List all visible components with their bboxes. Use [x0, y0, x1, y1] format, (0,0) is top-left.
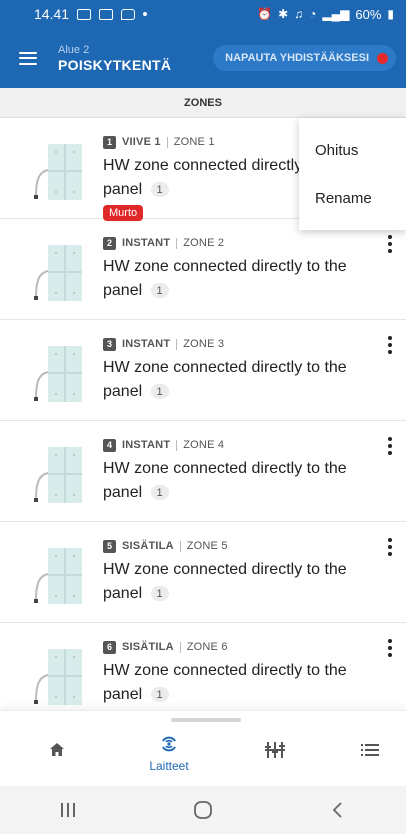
recent-apps-button[interactable]: [48, 790, 88, 830]
bluetooth-icon: ✱: [278, 7, 289, 21]
zone-type: SISÄTILA: [122, 641, 174, 653]
device-count-badge: 1: [150, 283, 169, 299]
sheet-handle[interactable]: [171, 718, 241, 722]
zone-number-badge: 3: [103, 337, 116, 351]
app-bar: Alue 2 POISKYTKENTÄ NAPAUTA YHDISTÄÄKSES…: [0, 28, 406, 88]
door-sensor-icon: [34, 245, 82, 301]
zone-name: HW zone connected directly to the: [103, 662, 347, 679]
zone-name-line2: panel: [103, 484, 143, 501]
devices-icon: [162, 736, 176, 752]
zone-label: ZONE 5: [186, 540, 228, 552]
system-navigation: [0, 786, 406, 834]
device-count-badge: 1: [150, 384, 169, 400]
connect-label: NAPAUTA YHDISTÄÄKSESI: [225, 52, 369, 64]
home-button[interactable]: [183, 790, 223, 830]
zone-row[interactable]: 6 SISÄTILA ZONE 6 HW zone connected dire…: [0, 623, 406, 710]
zone-label: ZONE 3: [183, 338, 225, 350]
zone-label: ZONE 6: [186, 641, 228, 653]
message-notification-icon: [121, 8, 136, 20]
menu-item-bypass[interactable]: Ohitus: [299, 126, 406, 174]
zone-number-badge: 1: [103, 135, 116, 149]
more-options-icon[interactable]: [382, 435, 398, 457]
zone-number-badge: 4: [103, 438, 116, 452]
menu-item-rename[interactable]: Rename: [299, 174, 406, 222]
nav-devices[interactable]: Laitteet: [139, 733, 199, 783]
signal-icon: ▂▄▆: [322, 7, 350, 21]
gallery-notification-icon: [77, 8, 92, 20]
home-circle-icon: [194, 801, 212, 819]
recent-apps-icon: [60, 803, 75, 817]
zone-label: ZONE 4: [183, 439, 225, 451]
image-notification-icon: [99, 8, 114, 20]
zone-name: HW zone connected directly: [103, 157, 303, 174]
device-count-badge: 1: [150, 687, 169, 703]
zone-name: HW zone connected directly to the: [103, 561, 347, 578]
zone-name-line2: panel: [103, 181, 143, 198]
device-count-badge: 1: [150, 182, 169, 198]
more-options-icon[interactable]: [382, 637, 398, 659]
connection-status-dot: [377, 52, 388, 64]
zone-name: HW zone connected directly to the: [103, 359, 347, 376]
nav-events[interactable]: [340, 733, 400, 783]
menu-button[interactable]: [0, 28, 56, 88]
nav-devices-label: Laitteet: [149, 759, 189, 773]
zone-row[interactable]: 2 INSTANT ZONE 2 HW zone connected direc…: [0, 219, 406, 320]
zone-name-line2: panel: [103, 585, 143, 602]
section-header: ZONES: [0, 88, 406, 118]
door-sensor-icon: [34, 447, 82, 503]
hamburger-icon: [19, 51, 37, 65]
door-sensor-icon: [34, 144, 82, 200]
zone-options-menu: Ohitus Rename: [299, 118, 406, 230]
zone-type: INSTANT: [122, 338, 171, 350]
door-sensor-icon: [34, 649, 82, 705]
zone-type: INSTANT: [122, 439, 171, 451]
more-notifications-icon: [143, 12, 148, 16]
list-icon: [361, 744, 379, 756]
wifi-icon: ◔: [309, 7, 317, 21]
zone-type: SISÄTILA: [122, 540, 174, 552]
nav-settings[interactable]: [245, 733, 305, 783]
door-sensor-icon: [34, 346, 82, 402]
zone-row[interactable]: 3 INSTANT ZONE 3 HW zone connected direc…: [0, 320, 406, 421]
more-options-icon[interactable]: [382, 233, 398, 255]
zone-row[interactable]: 4 INSTANT ZONE 4 HW zone connected direc…: [0, 421, 406, 522]
back-icon: [333, 802, 342, 818]
zone-type: VIIVE 1: [122, 136, 161, 148]
zone-name-line2: panel: [103, 282, 143, 299]
zone-number-badge: 6: [103, 640, 116, 654]
device-count-badge: 1: [150, 485, 169, 501]
zone-name-line2: panel: [103, 383, 143, 400]
zone-number-badge: 5: [103, 539, 116, 553]
bottom-navigation: Laitteet: [0, 710, 406, 786]
equalizer-icon: [265, 742, 285, 758]
zone-label: ZONE 2: [183, 237, 225, 249]
page-title: POISKYTKENTÄ: [58, 56, 172, 73]
more-options-icon[interactable]: [382, 334, 398, 356]
zone-label: ZONE 1: [173, 136, 215, 148]
back-button[interactable]: [318, 790, 358, 830]
mute-icon: ♫: [294, 7, 304, 21]
door-sensor-icon: [34, 548, 82, 604]
device-count-badge: 1: [150, 586, 169, 602]
zone-type: INSTANT: [122, 237, 171, 249]
status-time: 14.41: [34, 6, 70, 22]
battery-percent: 60%: [355, 6, 382, 22]
zone-name: HW zone connected directly to the: [103, 460, 347, 477]
zone-name: HW zone connected directly to the: [103, 258, 347, 275]
home-icon: [50, 743, 64, 756]
alarm-icon: ⏰: [257, 7, 273, 21]
status-bar: 14.41 ⏰ ✱ ♫ ◔ ▂▄▆ 60% ▮: [0, 0, 406, 28]
connect-button[interactable]: NAPAUTA YHDISTÄÄKSESI: [213, 45, 396, 71]
more-options-icon[interactable]: [382, 536, 398, 558]
battery-icon: ▮: [387, 7, 394, 21]
nav-home[interactable]: [27, 733, 87, 783]
zone-name-line2: panel: [103, 686, 143, 703]
zone-number-badge: 2: [103, 236, 116, 250]
area-subtitle: Alue 2: [58, 43, 90, 56]
zone-row[interactable]: 5 SISÄTILA ZONE 5 HW zone connected dire…: [0, 522, 406, 623]
section-title: ZONES: [184, 96, 222, 109]
